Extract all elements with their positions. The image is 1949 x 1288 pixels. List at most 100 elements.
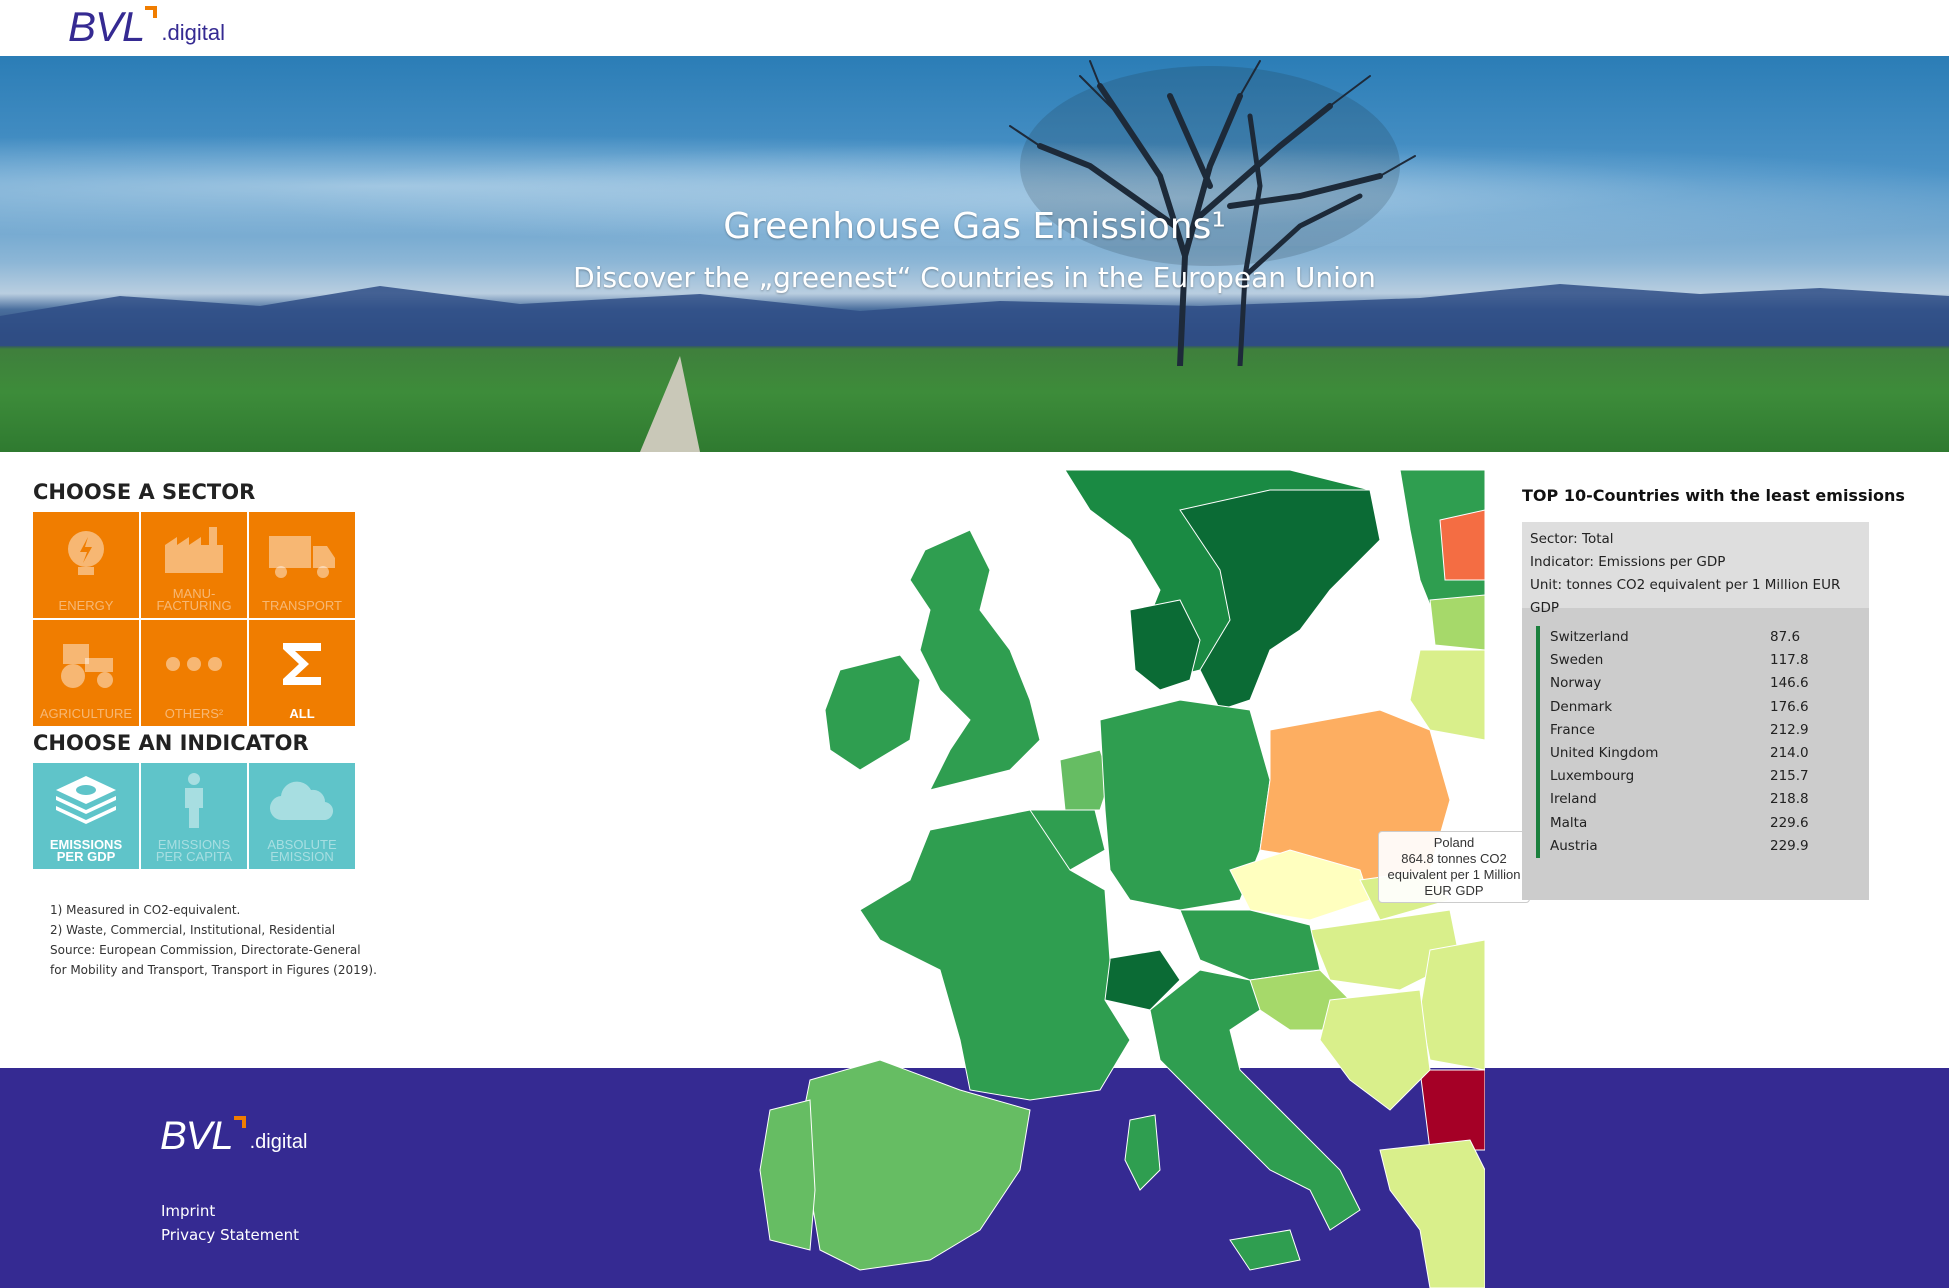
person-icon (141, 763, 247, 839)
top10-meta: Sector: Total Indicator: Emissions per G… (1522, 522, 1869, 616)
cloud-icon (249, 763, 355, 839)
imprint-link[interactable]: Imprint (161, 1202, 215, 1220)
footer-logo-main: BVL (160, 1114, 234, 1158)
top10-row: Austria 229.9 (1550, 835, 1856, 858)
ellipsis-icon (141, 620, 247, 708)
footnote-source-cont: for Mobility and Transport, Transport in… (50, 963, 377, 977)
top10-country: Luxembourg (1550, 768, 1635, 785)
top10-row: Denmark 176.6 (1550, 696, 1856, 719)
map-country-greece[interactable] (1379, 1139, 1485, 1288)
sector-label: MANU- FACTURING (156, 586, 232, 613)
top10-country: Austria (1550, 837, 1598, 854)
top10-country: United Kingdom (1550, 744, 1659, 761)
top10-country: France (1550, 721, 1595, 738)
top10-value: 87.6 (1770, 629, 1801, 645)
sector-label: ENERGY (58, 598, 114, 613)
privacy-link[interactable]: Privacy Statement (161, 1226, 299, 1244)
bvl-logo[interactable]: BVL .digital (68, 6, 225, 48)
map-country-balkans[interactable] (1319, 989, 1431, 1111)
indicator-tile-absolute[interactable]: ABSOLUTE EMISSION (249, 763, 355, 869)
sector-tile-manufacturing[interactable]: MANU- FACTURING (141, 512, 247, 618)
map-country-uk[interactable] (909, 529, 1041, 791)
top10-row: Switzerland 87.6 (1550, 626, 1856, 649)
sector-tile-all[interactable]: ALL (249, 620, 355, 726)
sector-tile-agriculture[interactable]: AGRICULTURE (33, 620, 139, 726)
map-country-ireland[interactable] (824, 654, 921, 771)
indicator-label: EMISSIONS PER CAPITA (155, 837, 233, 864)
hero-banner: Greenhouse Gas Emissions¹ Discover the „… (0, 56, 1949, 452)
sector-tile-energy[interactable]: ENERGY (33, 512, 139, 618)
map-country-portugal[interactable] (759, 1099, 816, 1251)
map-tooltip: Poland 864.8 tonnes CO2 equivalent per 1… (1378, 831, 1530, 903)
sector-label: AGRICULTURE (39, 706, 133, 721)
hero-subtitle: Discover the „greenest“ Countries in the… (573, 261, 1376, 294)
tractor-icon (33, 620, 139, 708)
top10-panel: Sector: Total Indicator: Emissions per G… (1522, 522, 1869, 900)
map-country-estonia[interactable] (1429, 594, 1485, 651)
footnotes: 1) Measured in CO2-equivalent. 2) Waste,… (50, 900, 377, 980)
top10-list: Switzerland 87.6 Sweden 117.8 Norway 146.6 … (1536, 626, 1856, 858)
hero-title: Greenhouse Gas Emissions¹ (723, 206, 1226, 247)
sector-tile-others[interactable]: OTHERS² (141, 620, 247, 726)
top10-value: 218.8 (1770, 791, 1809, 808)
footnote-1: 1) Measured in CO2-equivalent. (50, 903, 241, 917)
truck-icon (249, 512, 355, 600)
top10-value: 215.7 (1770, 768, 1809, 785)
hero-footpath (640, 356, 700, 452)
top10-country: Switzerland (1550, 629, 1629, 645)
money-stack-icon (33, 763, 139, 839)
indicator-label: ABSOLUTE EMISSION (267, 837, 337, 864)
footer-logo[interactable]: BVL .digital (160, 1116, 307, 1156)
indicator-tile-per-gdp[interactable]: EMISSIONS PER GDP (33, 763, 139, 869)
top10-sector: Sector: Total (1530, 531, 1614, 547)
logo-main-text: BVL (68, 3, 145, 50)
map-country-sicily[interactable] (1229, 1229, 1301, 1271)
top10-row: Luxembourg 215.7 (1550, 765, 1856, 788)
top10-country: Sweden (1550, 652, 1604, 669)
top10-value: 214.0 (1770, 744, 1809, 761)
sector-label: OTHERS² (164, 706, 224, 721)
tooltip-unit-line2: EUR GDP (1424, 883, 1484, 898)
top10-row: Norway 146.6 (1550, 672, 1856, 695)
sector-heading: CHOOSE A SECTOR (33, 480, 256, 504)
footnote-source: Source: European Commission, Directorate… (50, 943, 361, 957)
tooltip-country: Poland (1433, 835, 1475, 850)
tooltip-unit-line1: equivalent per 1 Million (1387, 867, 1521, 882)
map-country-bulgaria[interactable] (1419, 1069, 1485, 1151)
top10-indicator: Indicator: Emissions per GDP (1530, 554, 1726, 570)
indicator-heading: CHOOSE AN INDICATOR (33, 731, 309, 755)
top10-row: Sweden 117.8 (1550, 649, 1856, 672)
top-bar: BVL .digital (0, 0, 1949, 56)
map-country-sardinia[interactable] (1124, 1114, 1161, 1191)
top10-row: France 212.9 (1550, 719, 1856, 742)
map-country-romania[interactable] (1419, 939, 1485, 1071)
indicator-tile-per-capita[interactable]: EMISSIONS PER CAPITA (141, 763, 247, 869)
top10-value: 212.9 (1770, 721, 1809, 738)
factory-icon (141, 512, 247, 588)
lightbulb-icon (33, 512, 139, 600)
footnote-2: 2) Waste, Commercial, Institutional, Res… (50, 923, 336, 937)
top10-unit: Unit: tonnes CO2 equivalent per 1 Millio… (1530, 577, 1841, 616)
map-country-russia-nw[interactable] (1439, 509, 1485, 581)
top10-country: Denmark (1550, 698, 1613, 715)
footer-logo-tick-icon (233, 1116, 246, 1128)
footer-logo-suffix: .digital (249, 1131, 308, 1153)
top10-row: Ireland 218.8 (1550, 788, 1856, 811)
top10-value: 229.9 (1770, 837, 1809, 854)
top10-country: Malta (1550, 814, 1588, 831)
map-country-austria[interactable] (1179, 909, 1321, 981)
logo-tick-icon (145, 6, 158, 18)
tooltip-value: 864.8 tonnes CO2 (1401, 851, 1507, 866)
top10-row: United Kingdom 214.0 (1550, 742, 1856, 765)
sector-label: TRANSPORT (262, 598, 342, 613)
top10-title: TOP 10-Countries with the least emission… (1522, 486, 1905, 505)
sector-grid: ENERGY MANU- FACTURING TRANSPORT AGRICUL… (33, 512, 355, 726)
sigma-icon (249, 620, 355, 708)
sector-tile-transport[interactable]: TRANSPORT (249, 512, 355, 618)
top10-country: Ireland (1550, 791, 1597, 808)
top10-value: 229.6 (1770, 814, 1809, 831)
logo-suffix-text: .digital (161, 20, 225, 45)
indicator-label: EMISSIONS PER GDP (49, 837, 123, 864)
sector-label: ALL (289, 706, 315, 721)
europe-map[interactable] (730, 470, 1485, 1288)
